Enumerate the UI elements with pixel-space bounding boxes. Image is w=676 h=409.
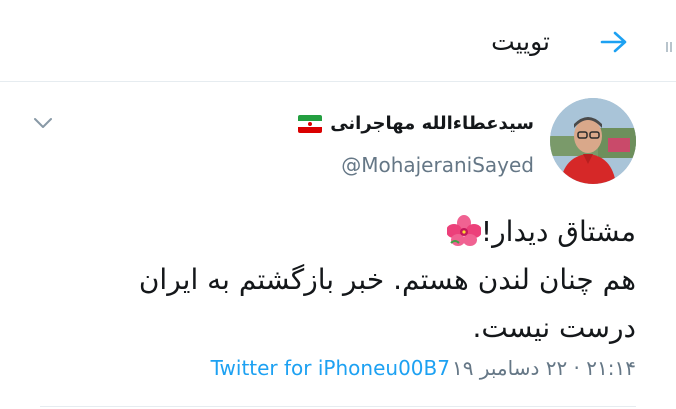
top-bar: توییت <box>0 0 676 82</box>
display-name-text: سیدعطاءالله مهاجرانی <box>330 113 534 134</box>
page-title: توییت <box>491 27 550 56</box>
user-handle[interactable]: @MohajeraniSayed <box>341 152 534 178</box>
tweet-body-line-1-text: مشتاق دیدار! <box>480 215 636 248</box>
tweet-body-line-3: درست نیست. <box>472 311 636 344</box>
iran-flag-icon <box>298 115 323 133</box>
tweet-body-line-1: مشتاق دیدار! <box>36 208 636 256</box>
profile-photo <box>550 98 636 184</box>
tweet-detail-screen: توییت سیدعطاءالله مهاجرانی @MohajeraniSa… <box>0 0 676 409</box>
hibiscus-flower-icon <box>446 215 481 246</box>
tweet-card: سیدعطاءالله مهاجرانی @MohajeraniSayed مش… <box>0 82 676 409</box>
display-name[interactable]: سیدعطاءالله مهاجرانی <box>298 112 534 136</box>
chevron-down-icon <box>34 118 52 128</box>
divider <box>40 406 636 407</box>
tweet-body: مشتاق دیدار! هم چنان لندن هستم. خبر بازگ… <box>36 208 636 352</box>
tweet-metadata: Twitter for iPhone u00B7 ۲۱:۱۴ · ۲۲ دسام… <box>211 354 636 382</box>
avatar[interactable] <box>550 98 636 184</box>
back-button[interactable] <box>596 24 632 60</box>
metadata-separator: u00B7 <box>385 356 450 380</box>
edge-handle <box>666 42 672 52</box>
tweet-source-link[interactable]: Twitter for iPhone <box>211 354 386 382</box>
tweet-body-line-2: هم چنان لندن هستم. خبر بازگشتم به ایران <box>138 263 636 296</box>
arrow-right-icon <box>600 31 627 53</box>
tweet-timestamp[interactable]: ۲۱:۱۴ · ۲۲ دسامبر ۱۹ <box>452 354 636 382</box>
tweet-menu-button[interactable] <box>30 112 56 134</box>
